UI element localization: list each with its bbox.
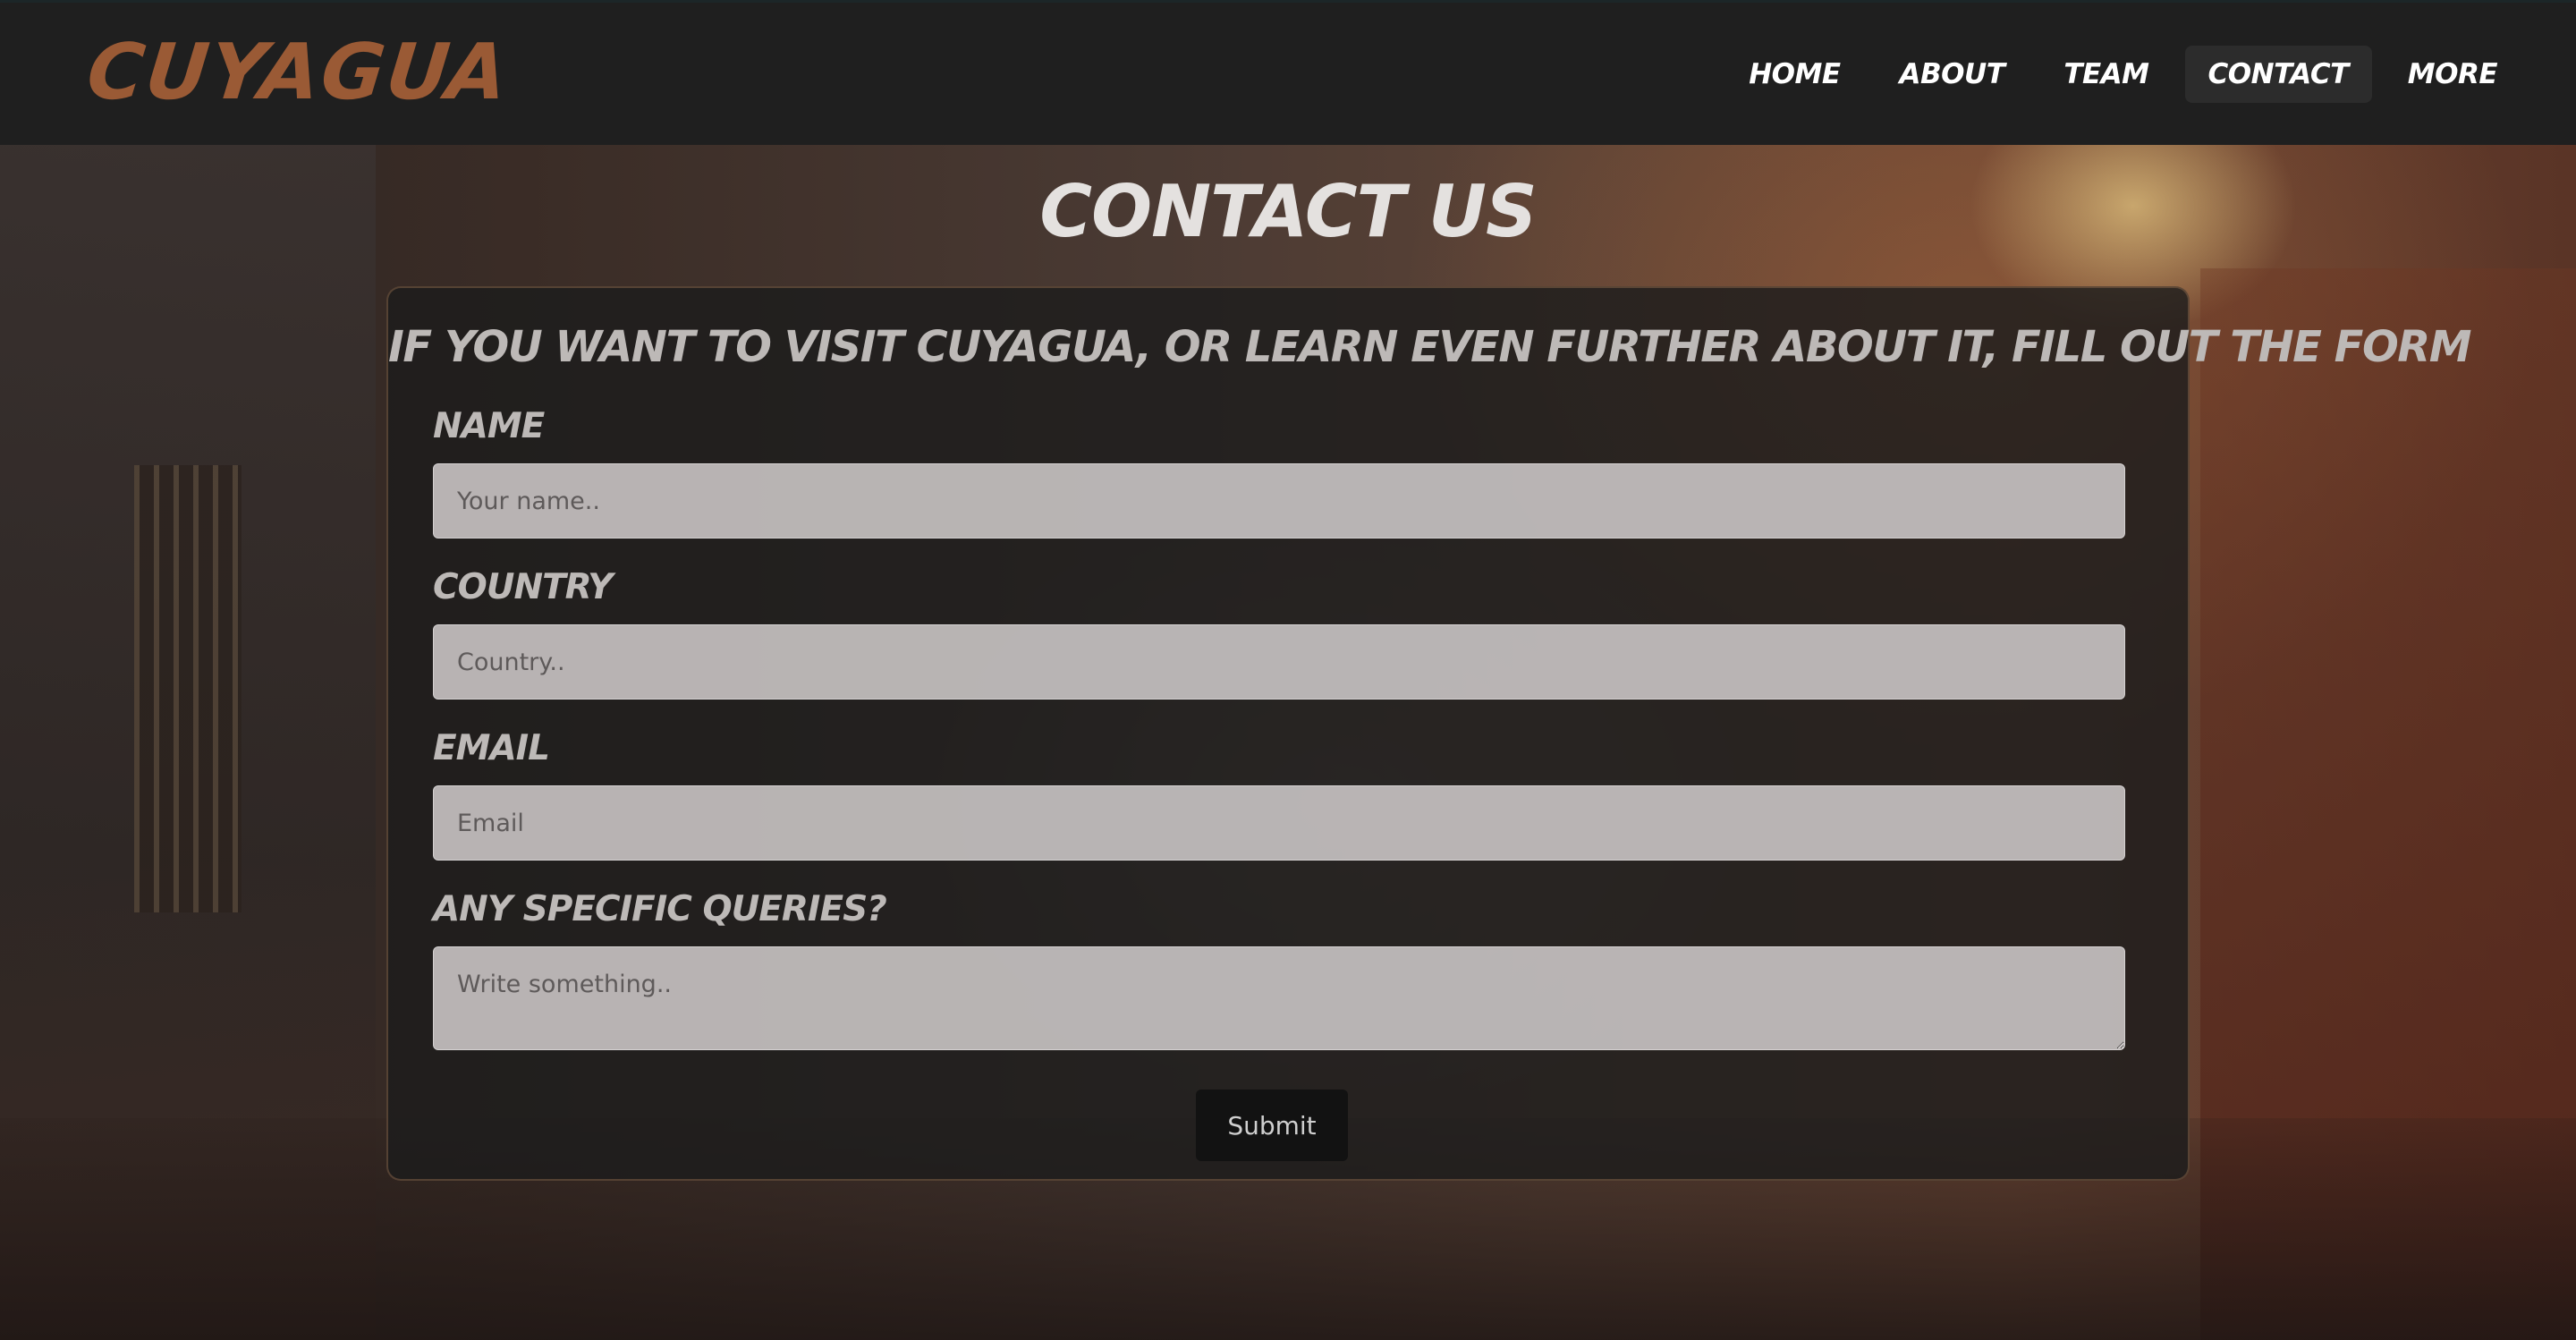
page-title: CONTACT US xyxy=(1039,170,1537,253)
country-input[interactable] xyxy=(433,624,2125,700)
queries-textarea[interactable] xyxy=(433,946,2125,1050)
contact-form: IF YOU WANT TO VISIT CUYAGUA, OR LEARN E… xyxy=(386,286,2471,1181)
background-door-grille xyxy=(134,465,242,912)
country-label: COUNTRY xyxy=(433,567,613,607)
name-input[interactable] xyxy=(433,463,2125,539)
main-nav: HOME ABOUT TEAM CONTACT MORE xyxy=(1725,46,2521,103)
form-heading: IF YOU WANT TO VISIT CUYAGUA, OR LEARN E… xyxy=(388,322,2471,372)
nav-item-home[interactable]: HOME xyxy=(1725,46,1863,103)
site-logo[interactable]: CUYAGUA xyxy=(83,28,513,117)
queries-label: ANY SPECIFIC QUERIES? xyxy=(433,889,887,929)
nav-item-more[interactable]: MORE xyxy=(2385,46,2521,103)
nav-item-contact[interactable]: CONTACT xyxy=(2184,46,2372,103)
email-input[interactable] xyxy=(433,785,2125,861)
submit-button[interactable]: Submit xyxy=(1196,1090,1348,1161)
name-label: NAME xyxy=(433,406,545,446)
site-header: CUYAGUA HOME ABOUT TEAM CONTACT MORE xyxy=(0,0,2576,145)
email-label: EMAIL xyxy=(433,728,550,768)
nav-item-about[interactable]: ABOUT xyxy=(1877,46,2029,103)
nav-item-team[interactable]: TEAM xyxy=(2040,46,2172,103)
